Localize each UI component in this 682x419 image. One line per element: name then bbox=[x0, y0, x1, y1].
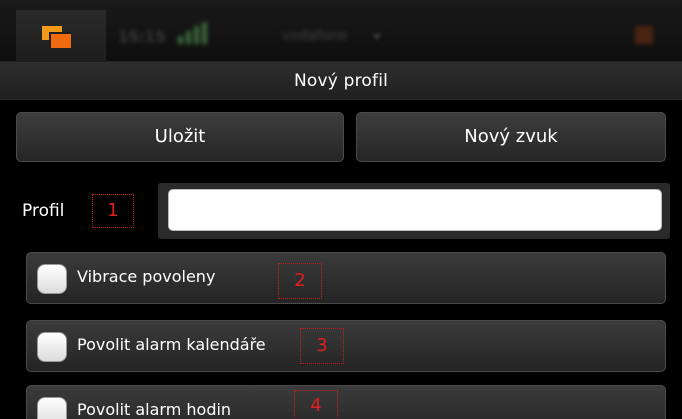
status-operator[interactable]: vodafone bbox=[282, 28, 347, 44]
clock-alarm-label: Povolit alarm hodin bbox=[77, 400, 232, 419]
close-icon[interactable] bbox=[635, 26, 653, 44]
profile-input-container bbox=[158, 183, 670, 239]
profile-name-input[interactable] bbox=[168, 189, 662, 231]
signal-icon bbox=[178, 22, 214, 44]
task-switcher-button[interactable] bbox=[16, 10, 106, 62]
option-clock-alarm[interactable]: Povolit alarm hodin bbox=[26, 385, 666, 419]
status-bar: 15:15 vodafone bbox=[0, 0, 682, 62]
option-calendar-alarm[interactable]: Povolit alarm kalendáře bbox=[26, 320, 666, 372]
annotation-marker-2: 2 bbox=[278, 263, 322, 299]
calendar-alarm-checkbox[interactable] bbox=[37, 332, 67, 362]
tasks-icon bbox=[42, 26, 72, 50]
page-title: Nový profil bbox=[293, 71, 389, 91]
vibrations-checkbox[interactable] bbox=[37, 264, 67, 294]
title-bar: Nový profil bbox=[0, 62, 682, 100]
new-sound-button[interactable]: Nový zvuk bbox=[356, 112, 666, 162]
clock-alarm-checkbox[interactable] bbox=[37, 397, 67, 419]
option-vibrations[interactable]: Vibrace povoleny bbox=[26, 252, 666, 304]
status-menu-icon[interactable] bbox=[372, 34, 382, 40]
app-window: 15:15 vodafone Nový profil Uložit Nový z… bbox=[0, 0, 682, 419]
calendar-alarm-label: Povolit alarm kalendáře bbox=[77, 335, 266, 354]
annotation-marker-1: 1 bbox=[92, 194, 134, 228]
save-button[interactable]: Uložit bbox=[16, 112, 344, 162]
annotation-marker-4: 4 bbox=[294, 390, 338, 419]
annotation-marker-3: 3 bbox=[300, 328, 344, 364]
profile-label: Profil bbox=[22, 201, 65, 221]
status-time: 15:15 bbox=[118, 28, 166, 46]
vibrations-label: Vibrace povoleny bbox=[77, 267, 216, 286]
